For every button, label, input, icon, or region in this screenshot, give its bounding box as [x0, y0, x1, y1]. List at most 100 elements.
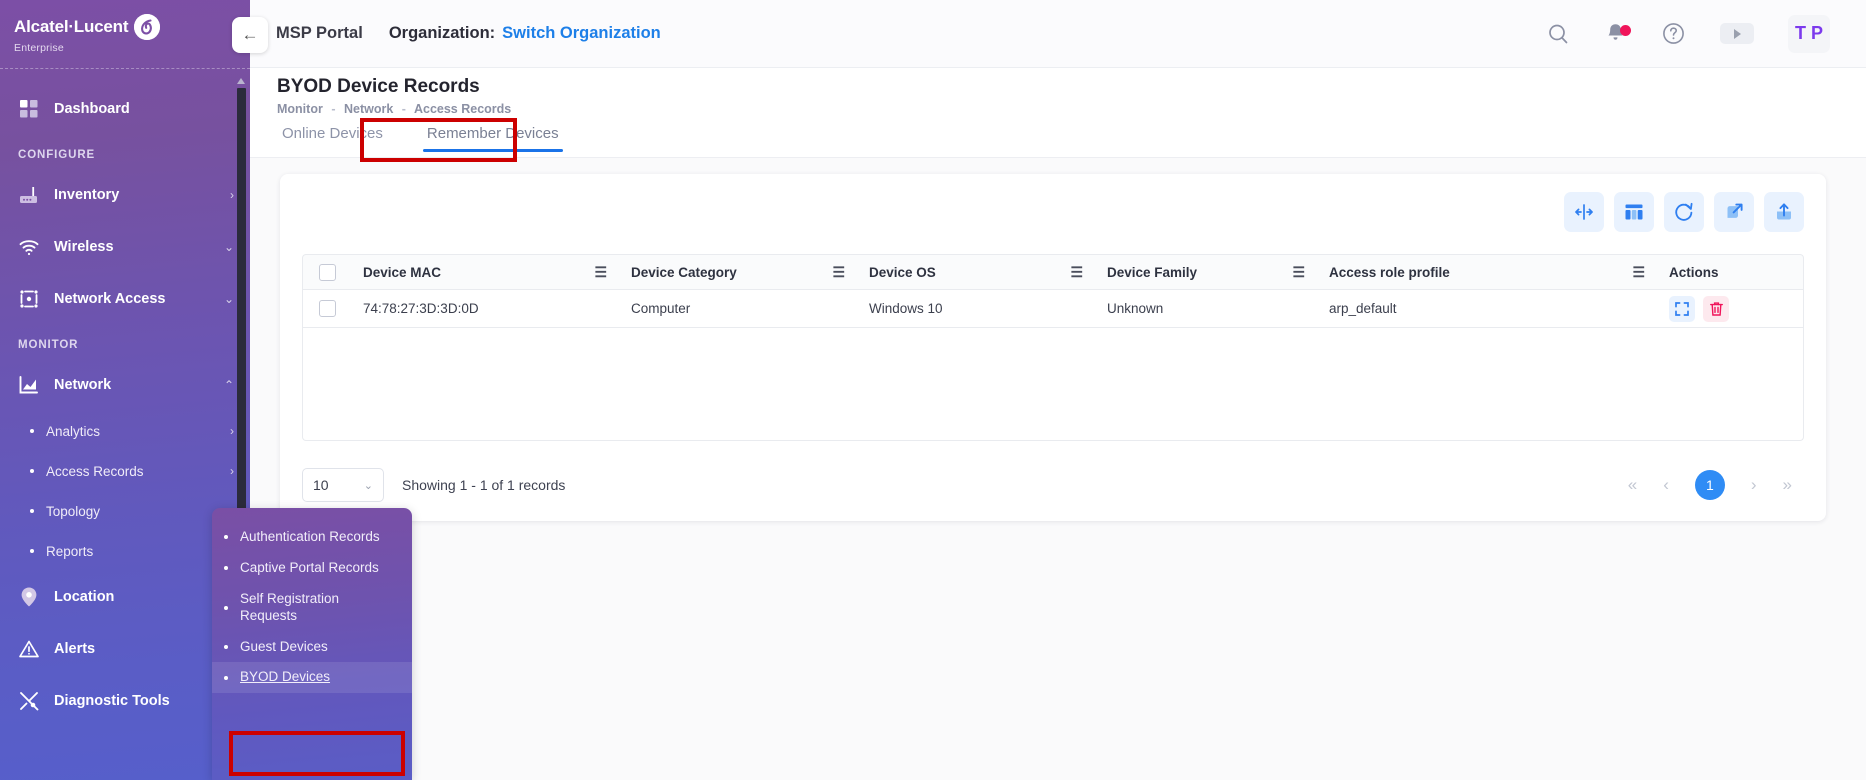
page-header: BYOD Device Records Monitor - Network - … — [250, 68, 1866, 120]
wifi-icon — [18, 236, 40, 258]
cell-device-mac: 74:78:27:3D:3D:0D — [363, 301, 479, 316]
bullet-icon — [224, 605, 228, 610]
brand-logo: Alcatel·Lucent Enterprise — [0, 0, 250, 68]
column-header-device-mac[interactable]: Device MAC ☰ — [351, 255, 619, 289]
avatar[interactable]: T P — [1788, 14, 1830, 53]
records-card: Device MAC ☰ Device Category ☰ Device OS… — [280, 174, 1826, 521]
table-footer: 10 ⌄ Showing 1 - 1 of 1 records « ‹ 1 › … — [302, 463, 1804, 507]
sidebar-subitem-label: Analytics — [46, 423, 101, 439]
help-circle-icon[interactable] — [1661, 21, 1686, 46]
cell-device-os: Windows 10 — [869, 301, 943, 316]
column-header-access-role-profile[interactable]: Access role profile ☰ — [1317, 255, 1657, 289]
brand-name: Alcatel·Lucent — [14, 17, 129, 36]
location-pin-icon — [18, 586, 40, 608]
sidebar-item-label: Dashboard — [54, 101, 130, 117]
scroll-up-arrow-icon[interactable] — [237, 78, 245, 84]
cell-access-role-profile: arp_default — [1329, 301, 1397, 316]
delete-row-icon[interactable] — [1703, 295, 1729, 322]
records-table: Device MAC ☰ Device Category ☰ Device OS… — [302, 254, 1804, 441]
expand-row-icon[interactable] — [1669, 295, 1695, 322]
access-records-flyout-menu: Authentication Records Captive Portal Re… — [212, 508, 412, 780]
refresh-icon[interactable] — [1664, 192, 1704, 232]
tab-remember-devices[interactable]: Remember Devices — [405, 120, 581, 154]
table-row[interactable]: 74:78:27:3D:3D:0D Computer Windows 10 Un… — [302, 290, 1804, 328]
brand-subtitle: Enterprise — [14, 42, 64, 54]
fit-columns-icon[interactable] — [1564, 192, 1604, 232]
sidebar-item-label: Network — [54, 377, 112, 393]
bullet-icon — [30, 549, 34, 553]
sidebar-subitem-label: Topology — [46, 503, 101, 519]
sidebar-item-label: Alerts — [54, 641, 96, 657]
flyout-item-self-registration-requests[interactable]: Self Registration Requests — [212, 584, 412, 632]
sidebar-collapse-button[interactable]: ← — [232, 17, 268, 53]
sidebar-item-label: Wireless — [54, 239, 114, 255]
column-label: Device Category — [631, 264, 737, 280]
cell-actions — [1657, 290, 1803, 327]
sidebar-section-monitor: MONITOR — [18, 339, 79, 351]
notification-badge — [1620, 25, 1631, 36]
row-checkbox[interactable] — [318, 300, 336, 317]
select-all-cell — [303, 255, 351, 289]
column-header-device-os[interactable]: Device OS ☰ — [857, 255, 1095, 289]
pagination-next-button[interactable]: › — [1751, 475, 1757, 495]
column-menu-icon[interactable]: ☰ — [594, 265, 607, 279]
pagination-prev-button[interactable]: ‹ — [1663, 475, 1669, 495]
breadcrumb-item[interactable]: Network — [344, 102, 393, 116]
showing-records-label: Showing 1 - 1 of 1 records — [402, 477, 566, 493]
search-icon[interactable] — [1546, 22, 1570, 46]
header-actions: T P — [1546, 14, 1866, 53]
column-menu-icon[interactable]: ☰ — [1292, 265, 1305, 279]
brand-mark-icon — [134, 14, 161, 40]
column-label: Actions — [1669, 264, 1719, 280]
sidebar-item-network[interactable]: Network ⌃ — [0, 359, 250, 411]
page-size-select[interactable]: 10 ⌄ — [302, 468, 384, 502]
sidebar-item-label: Network Access — [54, 291, 166, 307]
sidebar-subitem-access-records[interactable]: Access Records › — [0, 451, 250, 491]
page-title: BYOD Device Records — [277, 76, 480, 97]
chevron-right-icon: › — [230, 424, 234, 438]
column-menu-icon[interactable]: ☰ — [1070, 265, 1083, 279]
sidebar-subitem-label: Access Records — [46, 463, 144, 479]
sidebar-item-dashboard[interactable]: Dashboard — [0, 83, 250, 135]
flyout-item-captive-portal-records[interactable]: Captive Portal Records — [212, 553, 412, 584]
bullet-icon — [224, 566, 228, 571]
breadcrumb-item[interactable]: Monitor — [277, 102, 323, 116]
flyout-item-authentication-records[interactable]: Authentication Records — [212, 522, 412, 553]
chevron-down-icon: ⌄ — [223, 292, 234, 306]
pagination-first-button[interactable]: « — [1628, 475, 1637, 495]
sidebar-item-network-access[interactable]: Network Access ⌄ — [0, 273, 250, 325]
top-header: MSP Portal Organization: Switch Organiza… — [250, 0, 1866, 68]
expand-icon[interactable] — [1714, 192, 1754, 232]
pagination-last-button[interactable]: » — [1783, 475, 1792, 495]
breadcrumb-item[interactable]: Access Records — [414, 102, 511, 116]
sidebar-subitem-analytics[interactable]: Analytics › — [0, 411, 250, 451]
play-video-icon[interactable] — [1720, 23, 1754, 44]
tools-icon — [18, 690, 40, 712]
flyout-item-byod-devices[interactable]: BYOD Devices — [212, 662, 412, 694]
bullet-icon — [224, 535, 228, 540]
pagination-page-1[interactable]: 1 — [1694, 470, 1725, 500]
column-header-device-category[interactable]: Device Category ☰ — [619, 255, 857, 289]
bullet-icon — [30, 509, 34, 513]
sidebar-item-inventory[interactable]: Inventory › — [0, 169, 250, 221]
chevron-right-icon: › — [230, 188, 234, 202]
router-icon — [18, 184, 40, 206]
switch-organization-link[interactable]: Switch Organization — [502, 24, 661, 43]
bullet-icon — [30, 469, 34, 473]
tab-online-devices[interactable]: Online Devices — [260, 120, 405, 154]
select-all-checkbox[interactable] — [318, 263, 336, 281]
column-menu-icon[interactable]: ☰ — [1632, 265, 1645, 279]
flyout-item-label: BYOD Devices — [240, 669, 331, 685]
sidebar-item-wireless[interactable]: Wireless ⌄ — [0, 221, 250, 273]
export-upload-icon[interactable] — [1764, 192, 1804, 232]
msp-portal-label[interactable]: MSP Portal — [276, 24, 363, 43]
column-menu-icon[interactable]: ☰ — [832, 265, 845, 279]
bullet-icon — [224, 675, 228, 680]
dashboard-grid-icon — [18, 98, 40, 120]
table-empty-space — [302, 328, 1804, 441]
flyout-item-guest-devices[interactable]: Guest Devices — [212, 632, 412, 663]
notification-bell-icon[interactable] — [1604, 22, 1631, 45]
organization-label: Organization: — [388, 24, 496, 42]
column-settings-icon[interactable] — [1614, 192, 1654, 232]
column-header-device-family[interactable]: Device Family ☰ — [1095, 255, 1317, 289]
